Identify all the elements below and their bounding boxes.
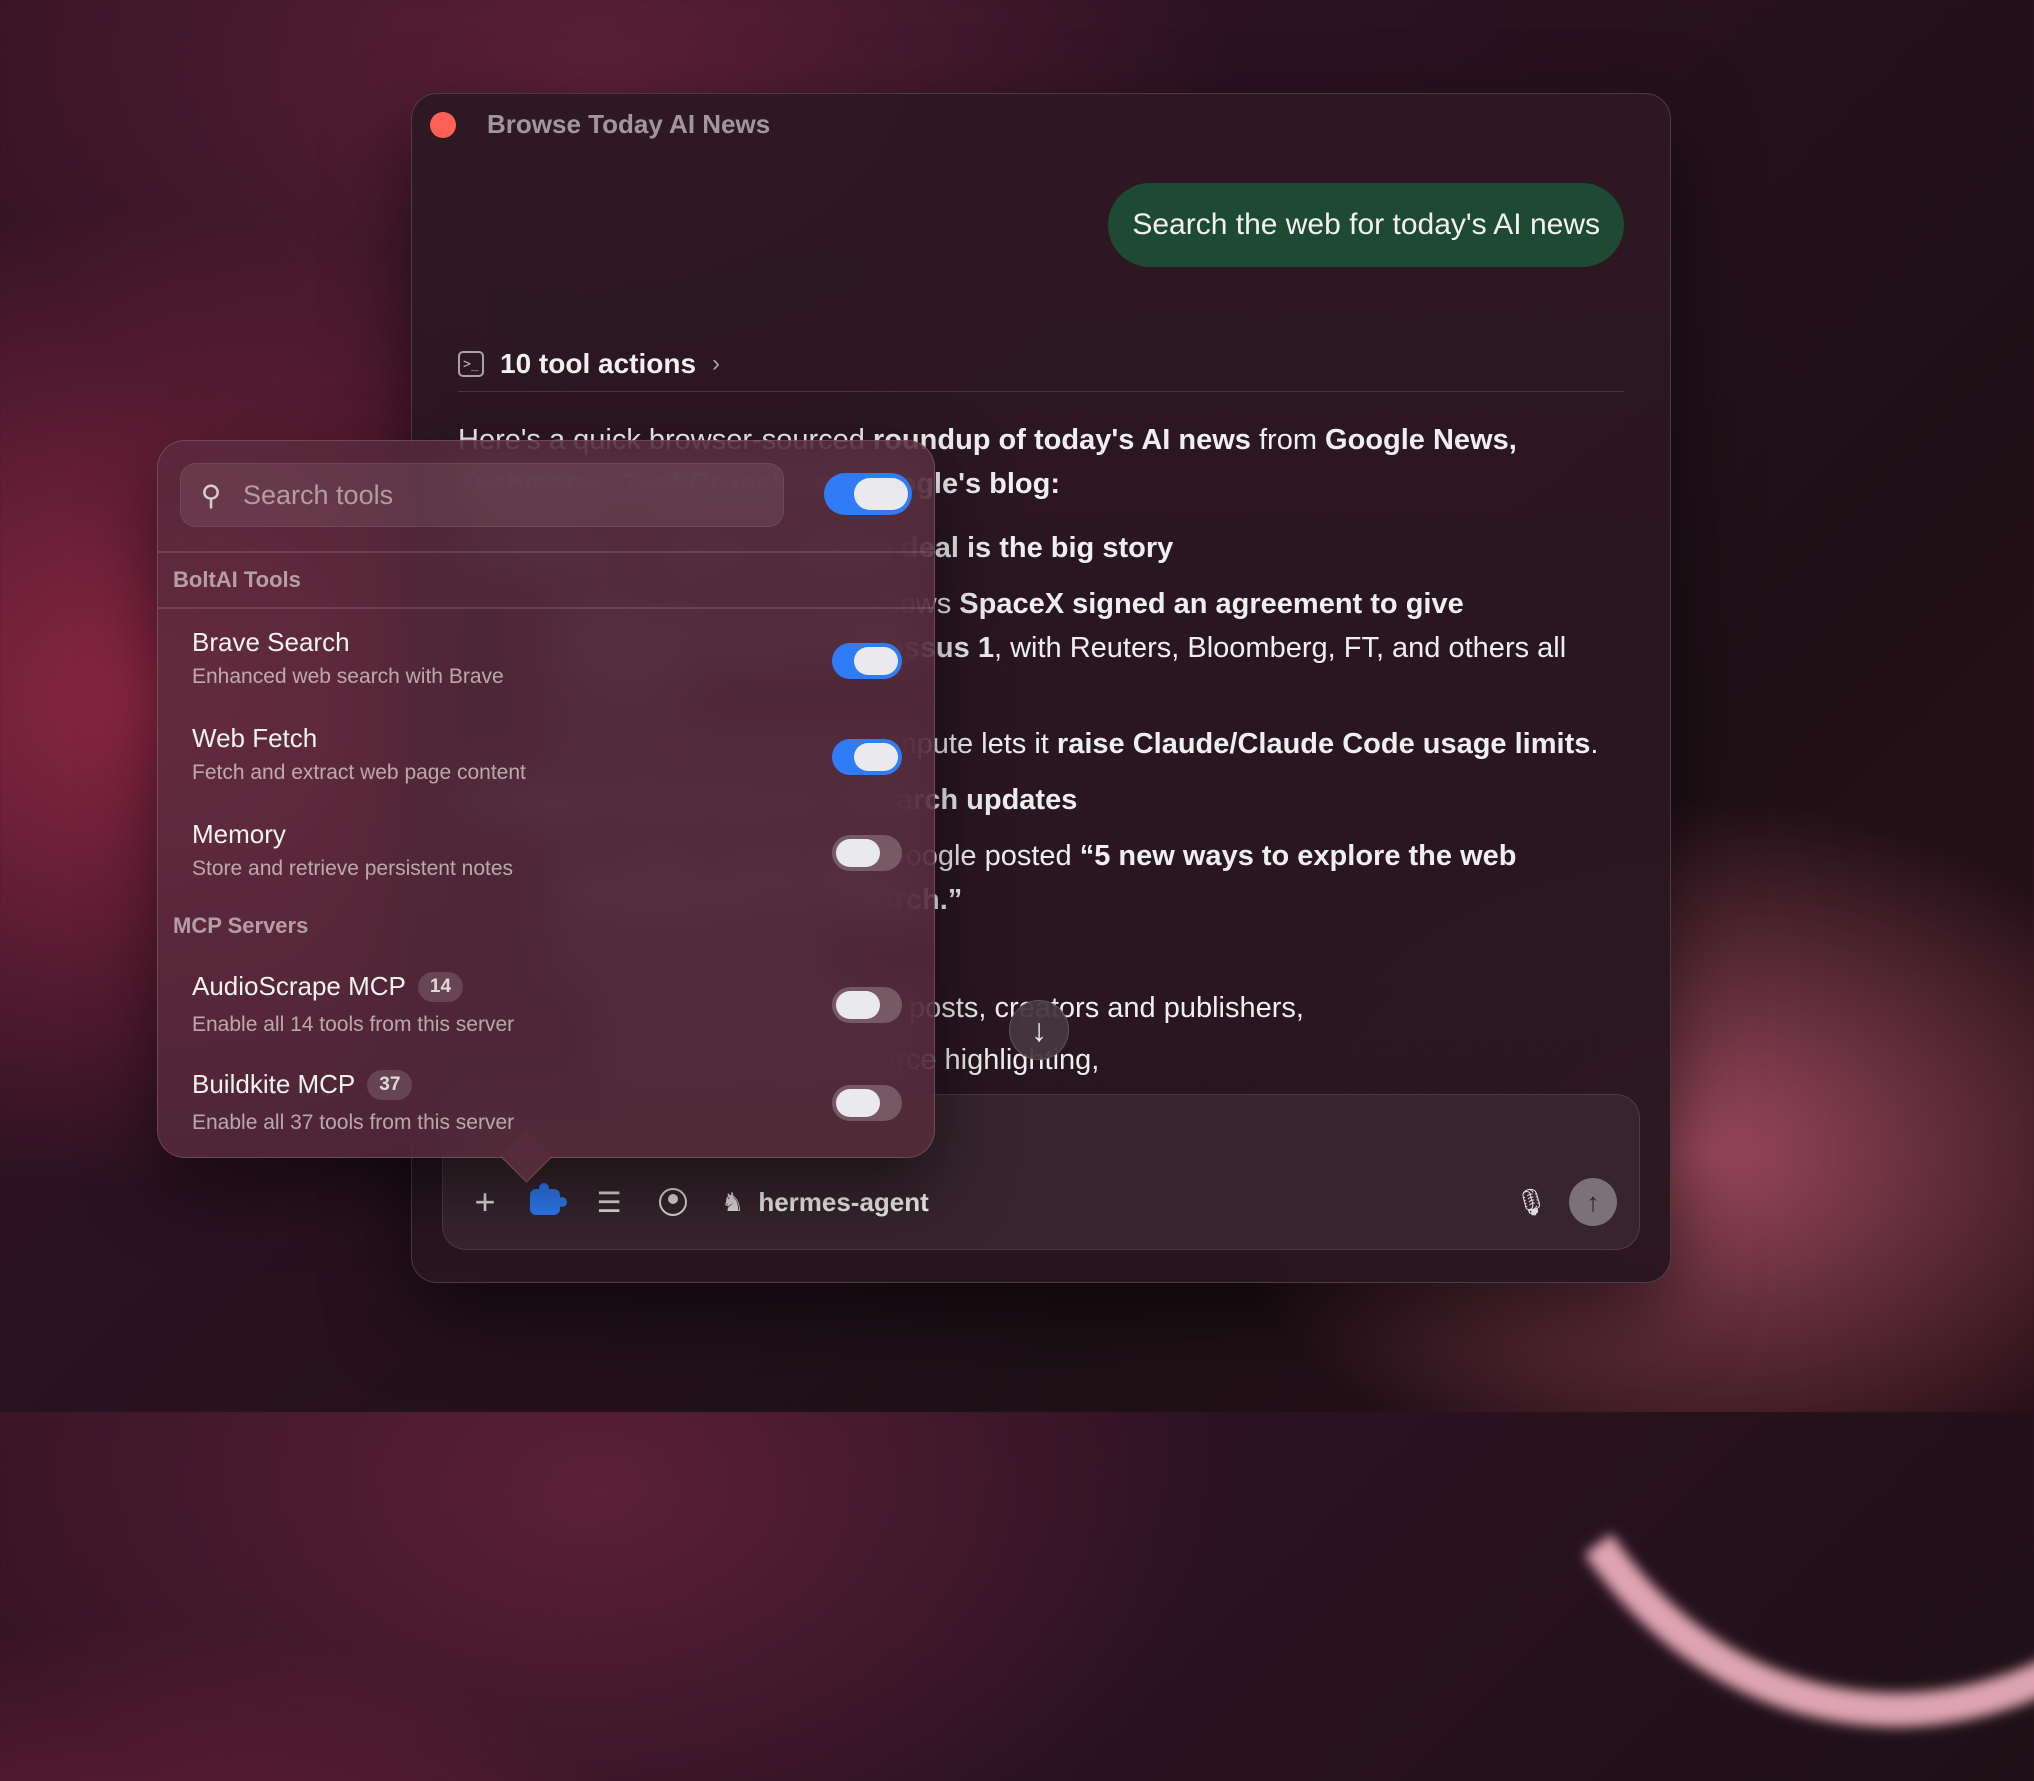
agent-selector[interactable]: ♞ hermes-agent	[721, 1177, 929, 1227]
tool-count-badge: 37	[367, 1069, 413, 1100]
tool-description: Fetch and extract web page content	[192, 761, 526, 784]
profile-button[interactable]	[653, 1177, 693, 1227]
tool-row-memory[interactable]: Memory Store and retrieve persistent not…	[192, 819, 902, 889]
search-icon: ⚲	[200, 479, 222, 511]
toggle-knob	[854, 743, 898, 771]
microphone-icon: 🎙	[1514, 1186, 1548, 1217]
tool-row-web-fetch[interactable]: Web Fetch Fetch and extract web page con…	[192, 723, 902, 793]
close-window-button[interactable]	[430, 112, 456, 138]
response-text: , with Reuters, Bloomberg, FT, and other…	[993, 632, 1567, 664]
buildkite-toggle[interactable]	[832, 1085, 902, 1121]
toggle-knob	[836, 1089, 880, 1117]
tools-popover: ⚲ BoltAI Tools Brave Search Enhanced web…	[157, 440, 935, 1183]
web-fetch-toggle[interactable]	[832, 739, 902, 775]
tool-actions-disclosure[interactable]: >_ 10 tool actions ›	[458, 337, 1624, 392]
server-row-audioscrape[interactable]: AudioScrape MCP 14 Enable all 14 tools f…	[192, 971, 902, 1041]
server-name-wrap: AudioScrape MCP 14	[192, 971, 464, 1002]
section-header-boltai-tools: BoltAI Tools	[173, 567, 301, 592]
search-tools-input[interactable]	[241, 478, 783, 512]
tool-name: Web Fetch	[192, 723, 318, 753]
microphone-button[interactable]: 🎙	[1511, 1177, 1551, 1227]
add-attachment-button[interactable]: +	[465, 1177, 505, 1227]
terminal-icon: >_	[458, 351, 484, 377]
section-header-mcp-servers: MCP Servers	[173, 913, 309, 938]
tool-actions-label: 10 tool actions	[500, 348, 697, 379]
response-text: raise Claude/Claude Code usage limits	[1056, 728, 1591, 760]
tool-search-box[interactable]: ⚲	[180, 463, 784, 527]
server-description: Enable all 37 tools from this server	[192, 1111, 515, 1134]
arrow-up-icon: ↑	[1586, 1186, 1600, 1217]
server-name: Buildkite MCP	[192, 1069, 356, 1099]
response-text: .	[1590, 728, 1599, 760]
tools-button[interactable]	[525, 1177, 567, 1227]
memory-toggle[interactable]	[832, 835, 902, 871]
tool-name: Memory	[192, 819, 286, 849]
server-description: Enable all 14 tools from this server	[192, 1013, 515, 1036]
response-text: Google News,	[1325, 424, 1517, 456]
brave-search-toggle[interactable]	[832, 643, 902, 679]
server-row-buildkite[interactable]: Buildkite MCP 37 Enable all 37 tools fro…	[192, 1069, 902, 1139]
tool-name: Brave Search	[192, 627, 350, 657]
response-text: “5 new ways to explore the web	[1079, 840, 1517, 872]
chevron-right-icon: ›	[712, 350, 721, 377]
tool-description: Store and retrieve persistent notes	[192, 857, 514, 880]
prompt-library-button[interactable]: ☰	[589, 1177, 629, 1227]
toggle-knob	[836, 839, 880, 867]
user-message-bubble: Search the web for today's AI news	[1108, 183, 1624, 267]
toggle-knob	[854, 647, 898, 675]
tool-count-badge: 14	[417, 971, 464, 1002]
send-button[interactable]: ↑	[1569, 1178, 1617, 1226]
tool-description: Enhanced web search with Brave	[192, 665, 504, 688]
list-icon: ☰	[596, 1186, 622, 1218]
person-icon	[659, 1188, 687, 1216]
response-text: SpaceX signed an agreement to give	[959, 588, 1464, 620]
arrow-down-icon: ↓	[1031, 1011, 1047, 1048]
enable-all-tools-toggle[interactable]	[824, 473, 912, 515]
scroll-to-bottom-button[interactable]: ↓	[1009, 1000, 1069, 1060]
response-text: from	[1250, 424, 1326, 456]
window-title: Browse Today AI News	[487, 109, 771, 139]
agent-name: hermes-agent	[758, 1186, 929, 1217]
server-name: AudioScrape MCP	[192, 971, 406, 1001]
divider	[158, 607, 934, 609]
server-name-wrap: Buildkite MCP 37	[192, 1069, 413, 1100]
agent-icon: ♞	[721, 1186, 745, 1217]
tool-row-brave-search[interactable]: Brave Search Enhanced web search with Br…	[192, 627, 902, 697]
divider	[158, 551, 934, 553]
plugin-icon	[530, 1183, 567, 1215]
toggle-knob	[836, 991, 880, 1019]
audioscrape-toggle[interactable]	[832, 987, 902, 1023]
toggle-knob	[854, 478, 908, 510]
composer-toolbar: + ☰ ♞ hermes-agent 🎙 ↑	[443, 1177, 1639, 1227]
